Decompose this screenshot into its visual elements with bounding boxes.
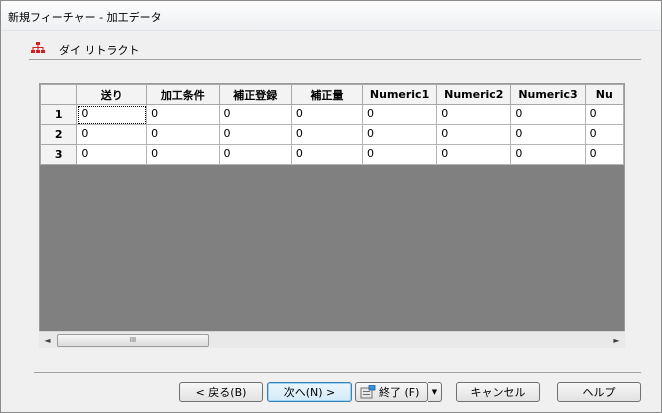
horizontal-scrollbar[interactable]: ◄ III ► [39,331,625,348]
grid-cell[interactable]: 0 [218,124,292,145]
scroll-left-arrow-icon[interactable]: ◄ [39,332,56,349]
column-header[interactable]: 加工条件 [146,84,220,105]
finish-button[interactable]: 終了 (F) [355,382,428,402]
back-button[interactable]: < 戻る(B) [179,382,263,402]
grid-cell[interactable]: 0 [290,144,363,165]
table-row: 3 0 0 0 0 0 0 0 0 [40,144,624,165]
grid-cell[interactable]: 0 [436,144,512,165]
row-header[interactable]: 3 [40,144,78,165]
column-header[interactable]: 補正量 [290,84,363,105]
grid-corner[interactable] [40,84,78,105]
column-header[interactable]: 送り [76,84,148,105]
finish-button-label: 終了 (F) [379,386,420,399]
column-header[interactable]: Nu [584,84,624,105]
grid-cell[interactable]: 0 [146,144,220,165]
grid-cell[interactable]: 0 [290,124,363,145]
grid-table: 送り 加工条件 補正登録 補正量 Numeric1 Numeric2 Numer… [40,84,624,165]
column-header[interactable]: Numeric1 [361,84,438,105]
grid-cell[interactable]: 0 [290,104,363,125]
title-bar: 新規フィーチャー - 加工データ [1,1,661,31]
section-divider [29,59,641,60]
grid-header-row: 送り 加工条件 補正登録 補正量 Numeric1 Numeric2 Numer… [40,84,624,105]
grid-cell[interactable]: 0 [146,104,220,125]
grid-cell[interactable]: 0 [361,104,438,125]
column-header[interactable]: Numeric3 [510,84,586,105]
row-header[interactable]: 2 [40,124,78,145]
row-header[interactable]: 1 [40,104,78,125]
section-label: ダイ リトラクト [59,44,140,57]
grid-cell[interactable]: 0 [584,104,624,125]
grid-cell[interactable]: 0 [510,144,586,165]
cancel-button[interactable]: キャンセル [456,382,540,402]
grid-cell[interactable]: 0 [510,104,586,125]
grid-cell[interactable]: 0 [584,144,624,165]
finish-dropdown-chevron-down-icon[interactable]: ▼ [428,382,442,402]
next-button[interactable]: 次へ(N) > [267,382,352,402]
dialog-window: 新規フィーチャー - 加工データ ダイ リトラクト 送り 加工条件 補正登録 補… [0,0,662,413]
grid-cell[interactable]: 0 [76,144,148,165]
data-grid[interactable]: 送り 加工条件 補正登録 補正量 Numeric1 Numeric2 Numer… [39,83,625,347]
footer-divider [34,372,641,373]
grid-cell[interactable]: 0 [436,104,512,125]
table-row: 2 0 0 0 0 0 0 0 0 [40,124,624,145]
column-header[interactable]: 補正登録 [218,84,292,105]
grid-cell[interactable]: 0 [361,124,438,145]
grid-cell[interactable]: 0 [584,124,624,145]
grid-cell[interactable]: 0 [218,104,292,125]
scroll-right-arrow-icon[interactable]: ► [608,332,625,349]
grid-cell[interactable]: 0 [218,144,292,165]
grid-cell[interactable]: 0 [436,124,512,145]
hierarchy-icon [31,42,45,53]
help-button[interactable]: ヘルプ [557,382,641,402]
scroll-thumb[interactable]: III [57,334,209,347]
column-header[interactable]: Numeric2 [436,84,512,105]
table-row: 1 0 0 0 0 0 0 0 0 [40,104,624,125]
finish-flag-icon [360,385,376,399]
window-title: 新規フィーチャー - 加工データ [8,11,162,24]
grid-cell[interactable]: 0 [510,124,586,145]
grid-cell[interactable]: 0 [361,144,438,165]
grid-cell[interactable]: 0 [76,104,148,125]
grid-cell[interactable]: 0 [146,124,220,145]
grid-cell[interactable]: 0 [76,124,148,145]
